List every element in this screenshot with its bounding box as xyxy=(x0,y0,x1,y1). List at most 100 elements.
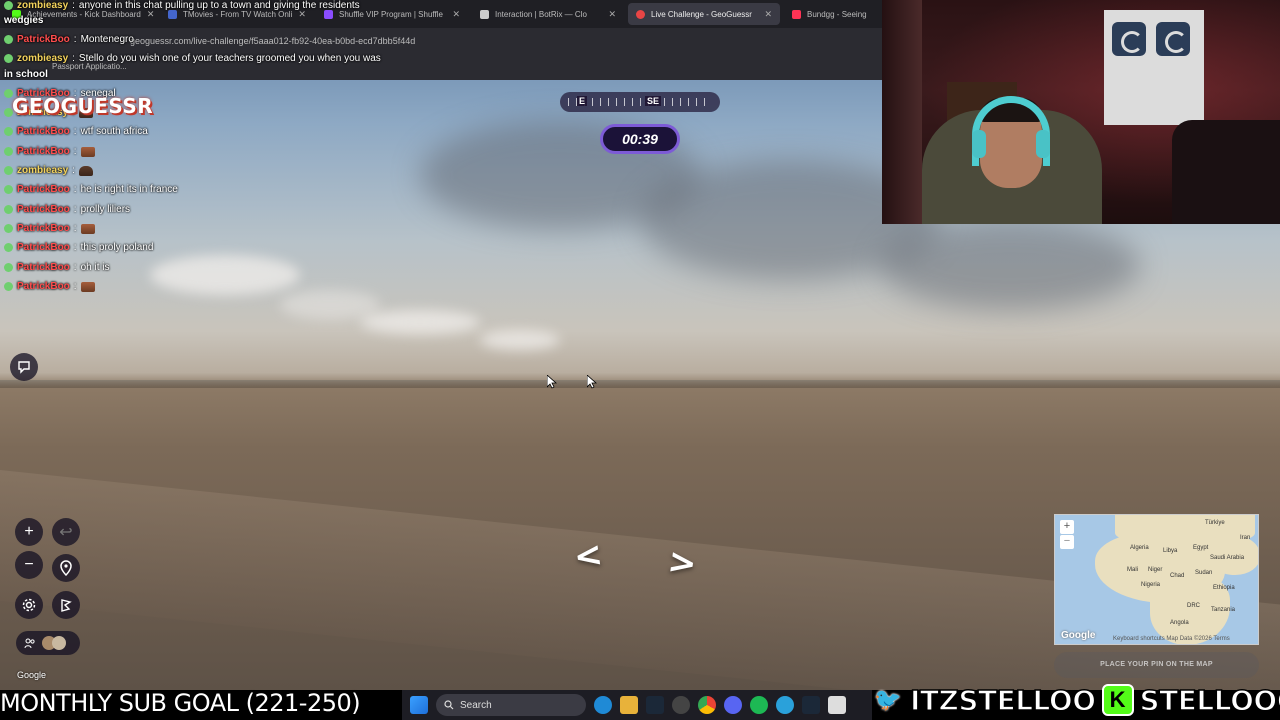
map-label: Angola xyxy=(1170,620,1189,626)
geoguessr-logo[interactable]: GEOGUESSR xyxy=(12,94,153,118)
folder-icon[interactable] xyxy=(620,696,638,714)
chair xyxy=(1172,120,1280,224)
social-handles: 🐦 ITZSTELLOO K STELLOOO xyxy=(872,680,1280,720)
chat-text: in school xyxy=(4,69,48,80)
chat-username: PatrickBoo xyxy=(17,34,70,45)
chat-username: PatrickBoo xyxy=(17,126,70,137)
close-icon[interactable]: ✕ xyxy=(764,9,772,20)
horizon xyxy=(0,380,1280,388)
chat-text: this proly poland xyxy=(80,242,154,253)
report-button[interactable] xyxy=(10,353,38,381)
discord-icon[interactable] xyxy=(724,696,742,714)
chat-message: PatrickBoo: this proly poland xyxy=(4,242,153,253)
chat-username: PatrickBoo xyxy=(17,204,70,215)
browser-tab[interactable]: Interaction | BotRix — Clo ✕ xyxy=(472,3,624,25)
zoom-in-button[interactable]: + xyxy=(15,518,43,546)
compass-label-se: SE xyxy=(645,96,662,106)
chat-text: oh it is xyxy=(80,262,110,273)
app-icon[interactable] xyxy=(672,696,690,714)
tab-favicon xyxy=(480,9,489,19)
zoom-out-button[interactable]: − xyxy=(15,551,43,579)
map-label: Tanzania xyxy=(1211,607,1236,613)
curtain xyxy=(882,0,922,224)
cloud xyxy=(880,220,1140,310)
browser-tab[interactable]: Bundgg - Seeing xyxy=(784,3,867,25)
return-to-start-button[interactable] xyxy=(52,554,80,582)
url-text[interactable]: geoguessr.com/live-challenge/f5aaa012-fb… xyxy=(130,36,415,46)
steam-icon[interactable] xyxy=(646,696,664,714)
badge-icon xyxy=(4,243,13,252)
chat-username: zombieasy xyxy=(17,0,69,11)
map-zoom-out-button[interactable]: − xyxy=(1060,535,1074,549)
settings-button[interactable] xyxy=(15,591,43,619)
tab-label: Bundgg - Seeing xyxy=(807,9,867,19)
chat-text: he is right its in france xyxy=(80,184,178,195)
cowboy-hat-emote xyxy=(78,165,93,176)
badge-icon xyxy=(4,166,13,175)
move-back-arrow[interactable]: < xyxy=(571,534,605,578)
taskbar-search[interactable]: Search xyxy=(436,694,586,716)
close-icon[interactable]: ✕ xyxy=(452,9,460,20)
chat-username: PatrickBoo xyxy=(17,223,70,234)
badge-icon xyxy=(4,1,13,10)
windows-start-icon[interactable] xyxy=(410,696,428,714)
cloud xyxy=(280,290,380,320)
steam-icon[interactable] xyxy=(802,696,820,714)
chat-message: zombieasy: anyone in this chat pulling up… xyxy=(4,0,360,11)
chat-text: anyone in this chat pulling up to a town… xyxy=(78,0,360,11)
map-label: Libya xyxy=(1163,548,1178,554)
compass: E SE xyxy=(560,92,720,112)
players-button[interactable] xyxy=(16,631,80,655)
chat-message: PatrickBoo: prolly liliers xyxy=(4,204,130,215)
edge-icon[interactable] xyxy=(594,696,612,714)
map-label: Saudi Arabia xyxy=(1210,555,1245,561)
map-footer[interactable]: Keyboard shortcuts Map Data ©2026 Terms xyxy=(1113,636,1230,642)
map-label: Iran xyxy=(1240,535,1251,541)
map-zoom-in-button[interactable]: + xyxy=(1060,520,1074,534)
pin-icon xyxy=(60,560,72,576)
map-label: Mali xyxy=(1127,567,1139,573)
telegram-icon[interactable] xyxy=(776,696,794,714)
plus-icon: + xyxy=(24,523,34,540)
chat-username: zombieasy xyxy=(17,53,69,64)
guess-map[interactable]: Türkiye Iran Algeria Libya Egypt Saudi A… xyxy=(1054,514,1259,645)
chat-message-continuation: wedgies xyxy=(4,15,43,26)
move-forward-arrow[interactable]: > xyxy=(665,541,699,585)
chat-text: wedgies xyxy=(4,15,44,26)
spotify-icon[interactable] xyxy=(750,696,768,714)
tab-favicon xyxy=(792,9,801,19)
map-label: Nigeria xyxy=(1141,582,1161,588)
kick-icon: K xyxy=(1101,684,1134,716)
tab-favicon xyxy=(636,9,645,19)
round-timer: 00:39 xyxy=(600,124,680,154)
chat-message: zombieasy: xyxy=(4,165,93,176)
headphone-cup xyxy=(972,130,986,158)
cursor-icon xyxy=(547,375,557,389)
cloud xyxy=(150,255,300,295)
chat-message: PatrickBoo: xyxy=(4,281,95,292)
chat-message: PatrickBoo: xyxy=(4,146,95,157)
badge-icon xyxy=(4,185,13,194)
search-icon xyxy=(444,700,454,710)
poster xyxy=(1104,10,1204,125)
map-label: DRC xyxy=(1187,603,1200,609)
browser-tab-active[interactable]: Live Challenge - GeoGuessr ✕ xyxy=(628,3,780,25)
place-pin-button[interactable]: PLACE YOUR PIN ON THE MAP xyxy=(1054,652,1259,678)
chrome-icon[interactable] xyxy=(698,696,716,714)
undo-button[interactable]: ↩ xyxy=(52,518,80,546)
chat-username: PatrickBoo xyxy=(17,242,70,253)
emote xyxy=(80,223,95,234)
sub-goal-text: MONTHLY SUB GOAL (221-250) xyxy=(0,689,361,717)
app-icon[interactable] xyxy=(828,696,846,714)
emote xyxy=(80,281,95,292)
chat-username: zombieasy xyxy=(17,165,69,176)
chat-message: PatrickBoo: wtf south africa xyxy=(4,126,148,137)
map-label: Algeria xyxy=(1130,545,1149,551)
flag-button[interactable] xyxy=(52,591,80,619)
chat-message: PatrickBoo: he is right its in france xyxy=(4,184,178,195)
map-label: Chad xyxy=(1170,573,1185,579)
badge-icon xyxy=(4,54,13,63)
player-avatar xyxy=(52,636,66,650)
close-icon[interactable]: ✕ xyxy=(608,9,616,20)
badge-icon xyxy=(4,205,13,214)
